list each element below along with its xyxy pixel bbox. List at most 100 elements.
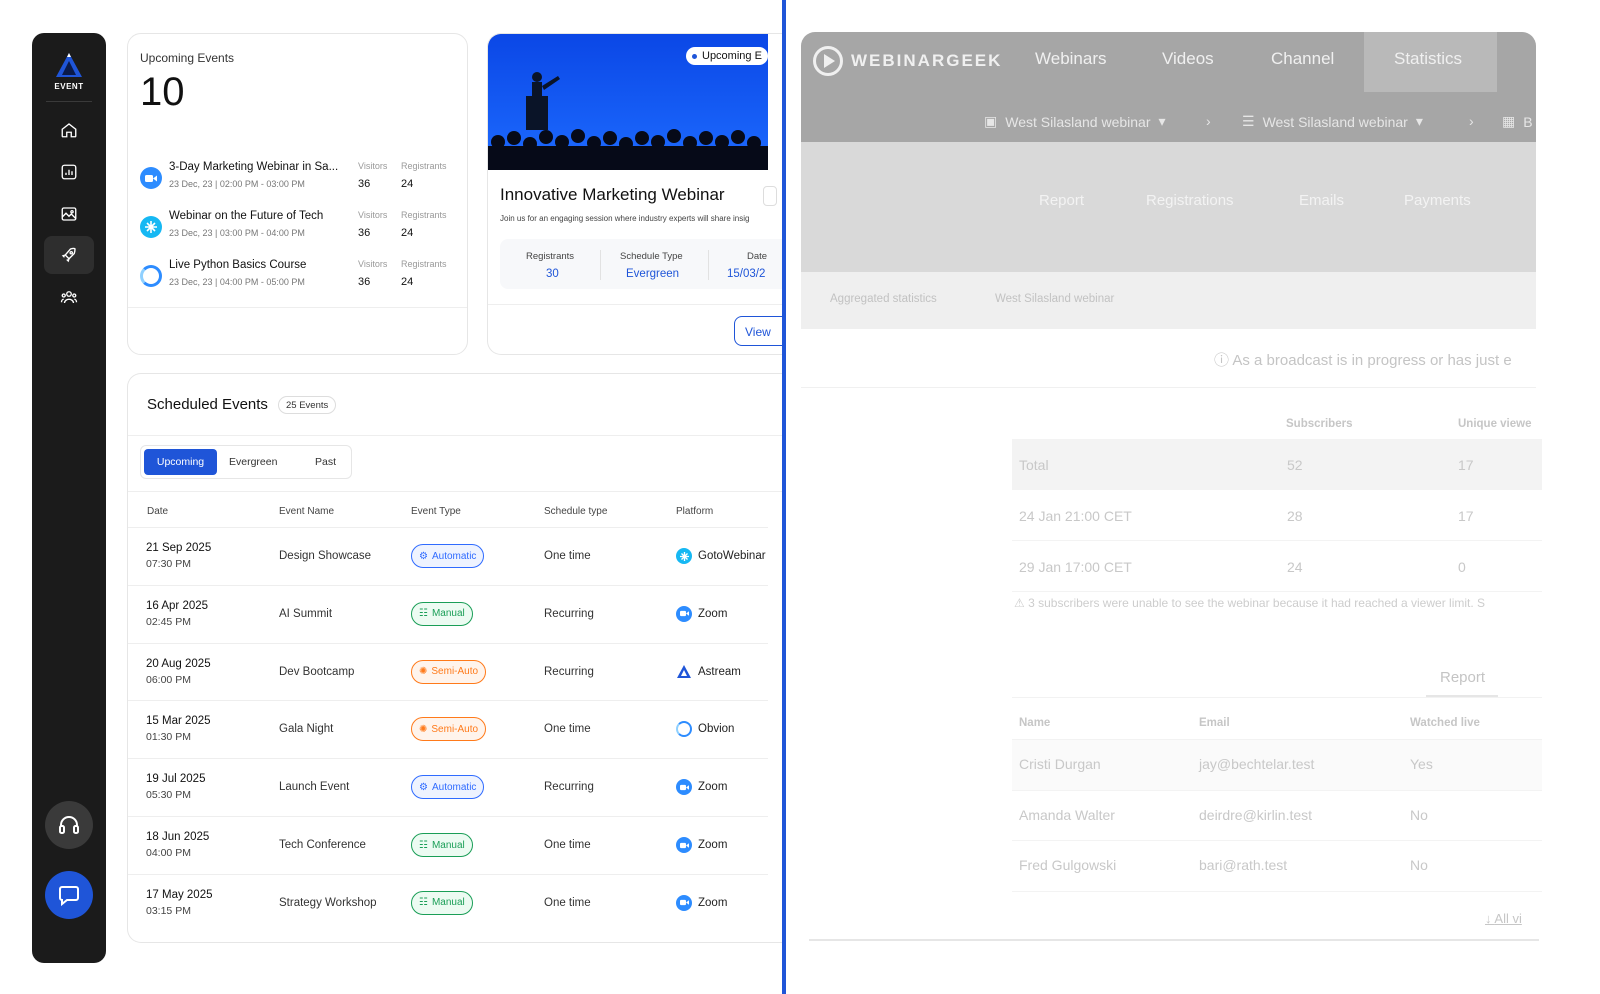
- upcoming-events-label: Upcoming Events: [140, 51, 235, 65]
- gear-icon: ⚙: [419, 550, 428, 562]
- upcoming-events-card: Upcoming Events 10 3-Day Marketing Webin…: [127, 33, 468, 355]
- subnav-payments[interactable]: Payments: [1404, 192, 1471, 209]
- featured-webinar-card[interactable]: Upcoming E Innovative Marketing Webinar …: [487, 33, 787, 355]
- stat-label-registrants: Registrants: [526, 251, 575, 262]
- upcoming-event-item[interactable]: 3-Day Marketing Webinar in Sa... 23 Dec,…: [140, 161, 460, 201]
- stats-row-total: Total 52 17: [1012, 439, 1542, 490]
- sidebar-item-home[interactable]: [44, 111, 94, 149]
- visitors-label: Visitors: [358, 259, 388, 269]
- nav-channel[interactable]: Channel: [1271, 49, 1334, 69]
- tab-report[interactable]: Report: [1440, 669, 1485, 686]
- chat-button[interactable]: [45, 871, 93, 919]
- breadcrumb-webinar[interactable]: ▣ West Silasland webinar ▾: [984, 113, 1166, 130]
- column-header-platform[interactable]: Platform: [676, 506, 713, 517]
- platform: Zoom: [676, 894, 727, 911]
- event-date: 15 Mar 2025: [146, 715, 211, 728]
- tab-evergreen[interactable]: Evergreen: [229, 456, 277, 468]
- webinar-title: Innovative Marketing Webinar: [500, 185, 725, 204]
- tab-past[interactable]: Past: [315, 456, 336, 468]
- event-logo[interactable]: EVENT: [49, 51, 89, 91]
- zoom-icon: [676, 779, 692, 796]
- table-row[interactable]: 21 Sep 2025 07:30 PM Design Showcase ⚙ Autom…: [128, 527, 768, 585]
- event-date: 16 Apr 2025: [146, 599, 209, 612]
- event-date: 23 Dec, 23 | 03:00 PM - 04:00 PM: [169, 228, 305, 238]
- column-email: Email: [1199, 717, 1230, 729]
- subnav-report[interactable]: Report: [1039, 192, 1084, 209]
- sidebar-divider: [46, 101, 92, 102]
- all-viewers-link[interactable]: ↓ All vi: [1485, 911, 1522, 926]
- breadcrumb-session[interactable]: ☰ West Silasland webinar ▾: [1242, 113, 1423, 130]
- nav-webinars[interactable]: Webinars: [1035, 49, 1107, 69]
- copy-icon[interactable]: [763, 186, 777, 206]
- stat-label-date: Date: [747, 251, 768, 262]
- tab-upcoming[interactable]: Upcoming: [144, 449, 217, 475]
- table-row[interactable]: 20 Aug 2025 06:00 PM Dev Bootcamp ✺ Semi-Aut…: [128, 642, 768, 701]
- dot-icon: [692, 53, 697, 59]
- registrants-label: Registrants: [401, 161, 447, 171]
- support-button[interactable]: [45, 801, 93, 849]
- stat-value-registrants: 30: [546, 268, 559, 280]
- event-time: 03:15 PM: [146, 904, 191, 917]
- gear-icon: ⚙: [419, 781, 428, 793]
- subnav-registrations[interactable]: Registrations: [1146, 192, 1234, 209]
- card-divider: [128, 307, 467, 308]
- event-date: 23 Dec, 23 | 04:00 PM - 05:00 PM: [169, 277, 305, 287]
- upcoming-event-item[interactable]: Webinar on the Future of Tech 23 Dec, 23…: [140, 210, 460, 250]
- column-unique-viewers: Unique viewe: [1458, 418, 1532, 430]
- webinargeek-panel: WEBINARGEEK Webinars Videos Channel Stat…: [786, 0, 1600, 994]
- info-icon: ⓘ: [1214, 352, 1230, 369]
- schedule-type: Recurring: [544, 607, 594, 620]
- person-row[interactable]: Cristi Durgan jay@bechtelar.test Yes: [1012, 740, 1542, 790]
- table-row[interactable]: 16 Apr 2025 02:45 PM AI Summit ☷ Manual Recur…: [128, 584, 768, 643]
- person-row[interactable]: Amanda Walter deirdre@kirlin.test No: [1012, 790, 1542, 840]
- event-logo-icon: [56, 53, 82, 77]
- event-title: Webinar on the Future of Tech: [169, 210, 324, 222]
- stat-label-schedule: Schedule Type: [620, 251, 683, 262]
- person-row[interactable]: Fred Gulgowski bari@rath.test No: [1012, 840, 1542, 892]
- table-row[interactable]: 15 Mar 2025 01:30 PM Gala Night ✺ Semi-Auto O…: [128, 700, 768, 758]
- nav-statistics[interactable]: Statistics: [1394, 49, 1462, 69]
- nav-videos[interactable]: Videos: [1162, 49, 1214, 69]
- crumb-webinar[interactable]: West Silasland webinar: [995, 293, 1114, 305]
- table-row[interactable]: 17 May 2025 03:15 PM Strategy Workshop ☷ Man…: [128, 873, 768, 932]
- schedule-type: Recurring: [544, 781, 594, 794]
- stat-value-schedule: Evergreen: [626, 268, 680, 280]
- crumb-aggregated[interactable]: Aggregated statistics: [830, 293, 937, 305]
- zoom-icon: [140, 167, 162, 189]
- table-row[interactable]: 19 Jul 2025 05:30 PM Launch Event ⚙ Automati…: [128, 758, 768, 816]
- auto-icon: ✺: [419, 723, 428, 735]
- schedule-type: One time: [544, 896, 591, 909]
- view-button[interactable]: View: [734, 316, 787, 346]
- schedule-type: One time: [544, 550, 591, 562]
- upcoming-status-pill: Upcoming E: [686, 47, 768, 65]
- sidebar-item-audience[interactable]: [44, 278, 94, 316]
- card-divider: [488, 304, 787, 305]
- sidebar-item-media[interactable]: [44, 195, 94, 233]
- monitor-icon: ▣: [984, 113, 998, 129]
- chevron-down-icon: ▾: [1415, 113, 1423, 129]
- subnav-emails[interactable]: Emails: [1299, 192, 1344, 209]
- sidebar-item-analytics[interactable]: [44, 153, 94, 191]
- events-tab-group: Upcoming Evergreen Past: [140, 445, 352, 479]
- column-watched-live: Watched live: [1410, 717, 1480, 729]
- sidebar-item-launch[interactable]: [44, 236, 94, 274]
- upcoming-event-item[interactable]: Live Python Basics Course 23 Dec, 23 | 0…: [140, 259, 460, 299]
- logo-text: EVENT: [54, 82, 84, 91]
- table-row[interactable]: 18 Jun 2025 04:00 PM Tech Conference ☷ Manua…: [128, 816, 768, 874]
- section-divider: [128, 435, 788, 436]
- event-time: 02:45 PM: [146, 615, 191, 628]
- column-header-schedule-type[interactable]: Schedule type: [544, 506, 607, 517]
- event-name: Tech Conference: [279, 839, 366, 851]
- users-icon: [60, 291, 78, 304]
- event-date: 20 Aug 2025: [146, 657, 211, 670]
- column-header-event-name[interactable]: Event Name: [279, 506, 334, 517]
- chevron-down-icon: ▾: [1158, 113, 1166, 129]
- gotowebinar-icon: [140, 216, 162, 238]
- column-header-event-type[interactable]: Event Type: [411, 506, 461, 517]
- column-header-date[interactable]: Date: [147, 506, 168, 517]
- event-time: 07:30 PM: [146, 558, 191, 570]
- image-icon: [61, 207, 77, 221]
- breadcrumb-date[interactable]: ▦ B: [1502, 113, 1533, 130]
- rocket-icon: [61, 247, 76, 263]
- event-time: 01:30 PM: [146, 731, 191, 744]
